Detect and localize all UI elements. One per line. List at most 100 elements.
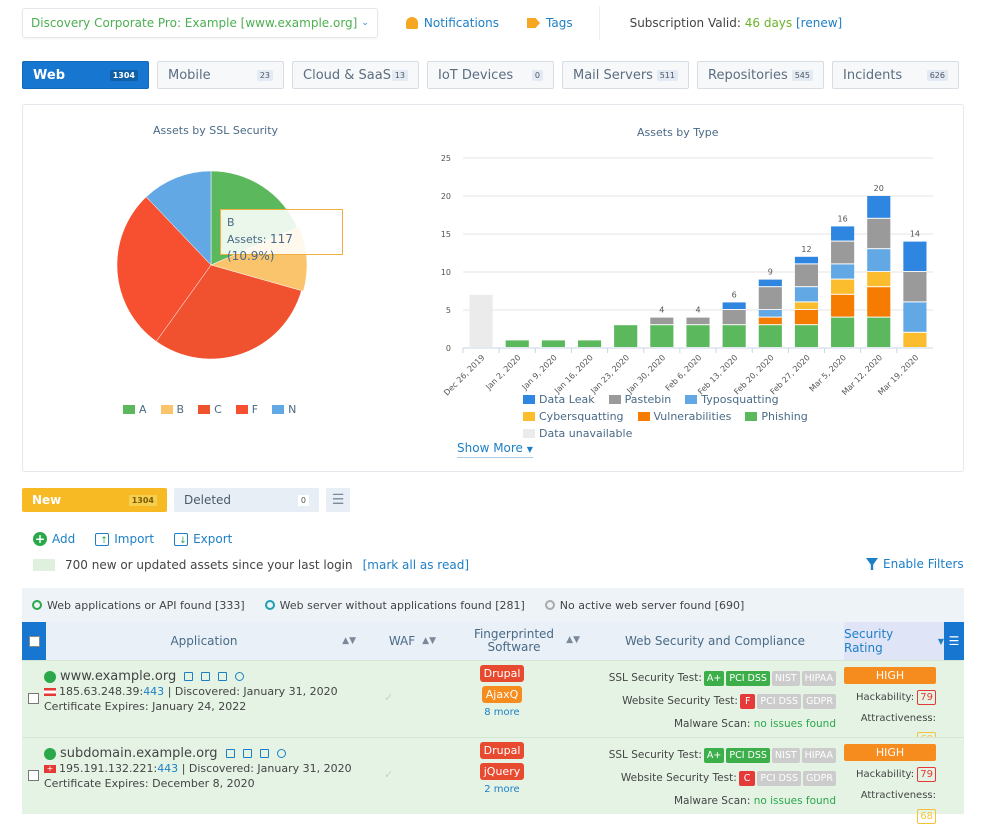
bar-segment-vulnerabilities[interactable] xyxy=(758,317,782,325)
bar-segment-vulnerabilities[interactable] xyxy=(831,294,855,317)
bar-segment-cybersquatting[interactable] xyxy=(867,272,891,287)
web-compliance-tag[interactable]: PCI DSS xyxy=(757,694,801,709)
bar-segment-typosquatting[interactable] xyxy=(903,302,927,332)
status-filter-0[interactable]: Web applications or API found [333] xyxy=(32,599,245,612)
more-software-link[interactable]: 8 more xyxy=(484,707,519,718)
mark-all-read-link[interactable]: [mark all as read] xyxy=(363,558,469,572)
bar-segment-typosquatting[interactable] xyxy=(794,287,819,302)
tab-new[interactable]: New 1304 xyxy=(22,488,167,512)
bar-segment-phishing[interactable] xyxy=(867,317,891,347)
malware-value[interactable]: no issues found xyxy=(754,718,836,730)
report-icon[interactable] xyxy=(201,672,211,681)
bar-segment-pastebin[interactable] xyxy=(686,317,710,325)
status-filter-1[interactable]: Web server without applications found [2… xyxy=(264,599,525,612)
ssl-compliance-tag[interactable]: NIST xyxy=(771,671,800,686)
risk-rating-badge[interactable]: HIGH xyxy=(844,667,936,684)
notifications-link[interactable]: Notifications xyxy=(405,16,499,30)
port-link[interactable]: 443 xyxy=(157,762,178,775)
software-badge[interactable]: jQuery xyxy=(479,763,525,780)
bar-segment-data-leak[interactable] xyxy=(831,226,855,241)
ssl-compliance-tag[interactable]: HIPAA xyxy=(801,748,836,763)
ssl-grade-badge[interactable]: A+ xyxy=(703,671,725,686)
pie-legend-item[interactable]: B xyxy=(160,403,184,416)
bar-segment-phishing[interactable] xyxy=(505,340,529,347)
bar-segment-vulnerabilities[interactable] xyxy=(794,310,819,325)
row-checkbox[interactable] xyxy=(28,770,39,781)
external-link-icon[interactable] xyxy=(184,672,194,681)
enable-filters-button[interactable]: Enable Filters xyxy=(866,557,964,571)
bar-legend-item[interactable]: Vulnerabilities xyxy=(637,410,731,423)
tab-web[interactable]: Web 1304 xyxy=(22,61,149,89)
bar-segment-phishing[interactable] xyxy=(831,317,855,347)
tags-link[interactable]: Tags xyxy=(527,16,573,30)
web-grade-badge[interactable]: F xyxy=(739,694,756,709)
add-icon[interactable] xyxy=(218,672,228,681)
external-link-icon[interactable] xyxy=(225,749,235,758)
tab-repositories[interactable]: Repositories 545 xyxy=(697,61,824,89)
bar-segment-data-leak[interactable] xyxy=(903,241,927,271)
bar-segment-cybersquatting[interactable] xyxy=(831,279,855,294)
web-compliance-tag[interactable]: GDPR xyxy=(802,771,836,786)
bar-segment-data-unavailable[interactable] xyxy=(469,294,493,347)
bar-segment-phishing[interactable] xyxy=(614,325,638,347)
tab-incidents[interactable]: Incidents 626 xyxy=(832,61,959,89)
bar-segment-pastebin[interactable] xyxy=(794,264,819,287)
row-checkbox[interactable] xyxy=(28,693,39,704)
add-button[interactable]: + Add xyxy=(33,532,75,546)
pie-legend-item[interactable]: N xyxy=(272,403,296,416)
pie-legend-item[interactable]: C xyxy=(198,403,222,416)
bar-segment-typosquatting[interactable] xyxy=(758,310,782,317)
ssl-compliance-tag[interactable]: PCI DSS xyxy=(726,671,770,686)
column-menu-button[interactable]: ☰ xyxy=(944,622,964,660)
report-icon[interactable] xyxy=(242,749,252,758)
bar-segment-pastebin[interactable] xyxy=(867,218,891,249)
company-selector[interactable]: Discovery Corporate Pro: Example [www.ex… xyxy=(22,8,378,38)
refresh-icon[interactable] xyxy=(276,749,286,758)
import-button[interactable]: ↑ Import xyxy=(95,532,154,546)
show-more-button[interactable]: Show More ▼ xyxy=(457,441,533,458)
bar-segment-phishing[interactable] xyxy=(541,340,565,347)
col-application[interactable]: Application ▲▼ xyxy=(46,622,362,660)
ssl-grade-badge[interactable]: A+ xyxy=(703,748,725,763)
bar-legend-item[interactable]: Cybersquatting xyxy=(523,410,624,423)
bar-segment-phishing[interactable] xyxy=(794,325,819,347)
port-link[interactable]: 443 xyxy=(143,685,164,698)
renew-link[interactable]: [renew] xyxy=(796,16,842,30)
bar-segment-typosquatting[interactable] xyxy=(867,249,891,271)
bar-segment-phishing[interactable] xyxy=(577,340,602,347)
tab-iot-devices[interactable]: IoT Devices 0 xyxy=(427,61,554,89)
tab-cloud-saas[interactable]: Cloud & SaaS 13 xyxy=(292,61,419,89)
tab-mobile[interactable]: Mobile 23 xyxy=(157,61,284,89)
bar-segment-typosquatting[interactable] xyxy=(831,264,855,279)
bar-segment-data-leak[interactable] xyxy=(758,279,782,287)
bar-segment-pastebin[interactable] xyxy=(903,272,927,302)
export-button[interactable]: ↓ Export xyxy=(174,532,232,546)
ssl-compliance-tag[interactable]: PCI DSS xyxy=(726,748,770,763)
bar-segment-data-leak[interactable] xyxy=(722,302,746,309)
pie-legend-item[interactable]: F xyxy=(235,403,258,416)
select-all-checkbox-cell[interactable] xyxy=(22,622,46,660)
select-all-checkbox[interactable] xyxy=(28,635,40,647)
bar-segment-phishing[interactable] xyxy=(686,325,710,347)
bar-legend-item[interactable]: Pastebin xyxy=(608,393,671,406)
web-compliance-tag[interactable]: GDPR xyxy=(802,694,836,709)
bar-segment-vulnerabilities[interactable] xyxy=(867,287,891,317)
malware-value[interactable]: no issues found xyxy=(754,795,836,807)
software-badge[interactable]: AjaxQ xyxy=(481,686,523,703)
hostname-link[interactable]: www.example.org xyxy=(60,669,176,684)
bar-segment-data-leak[interactable] xyxy=(794,256,819,264)
bar-segment-pastebin[interactable] xyxy=(758,287,782,309)
col-software[interactable]: Fingerprinted Software ▲▼ xyxy=(442,622,586,660)
risk-rating-badge[interactable]: HIGH xyxy=(844,744,936,761)
add-icon[interactable] xyxy=(259,749,269,758)
col-security-rating[interactable]: Security Rating ▼ xyxy=(844,622,944,660)
ssl-compliance-tag[interactable]: NIST xyxy=(771,748,800,763)
refresh-icon[interactable] xyxy=(235,672,245,681)
hamburger-menu-button[interactable]: ☰ xyxy=(326,488,350,512)
bar-segment-cybersquatting[interactable] xyxy=(794,302,819,309)
bar-segment-data-leak[interactable] xyxy=(867,196,891,218)
status-filter-2[interactable]: No active web server found [690] xyxy=(544,599,744,612)
web-compliance-tag[interactable]: PCI DSS xyxy=(757,771,801,786)
bar-legend-item[interactable]: Data Leak xyxy=(523,393,595,406)
bar-segment-pastebin[interactable] xyxy=(831,241,855,264)
